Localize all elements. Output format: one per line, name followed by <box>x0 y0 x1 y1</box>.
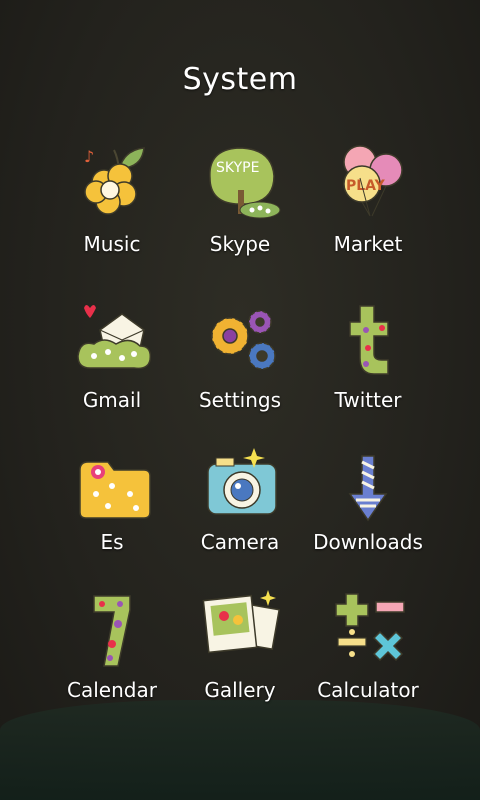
market-icon: PLAY <box>330 140 410 220</box>
music-icon: ♪ <box>74 140 154 220</box>
app-grid: ♪ Music SKYPE Skype PLAY Market Gmail Se… <box>0 140 480 720</box>
skype-icon: SKYPE <box>202 140 282 220</box>
twitter-icon <box>330 300 410 380</box>
skype-icon-text: SKYPE <box>216 160 259 176</box>
app-label: Market <box>333 232 403 256</box>
app-label: Calculator <box>317 678 419 702</box>
calendar-icon <box>74 590 154 670</box>
gmail-icon <box>74 300 154 380</box>
settings-icon <box>202 300 282 380</box>
app-label: Downloads <box>313 530 423 554</box>
calculator-icon <box>330 590 410 670</box>
app-label: Twitter <box>334 388 402 412</box>
market-icon-text: PLAY <box>346 178 386 194</box>
downloads-icon <box>330 450 410 530</box>
camera-icon <box>202 444 282 524</box>
svg-text:♪: ♪ <box>84 147 94 166</box>
folder-title: System <box>182 62 298 97</box>
es-folder-icon <box>74 450 154 530</box>
gallery-icon <box>202 586 282 666</box>
